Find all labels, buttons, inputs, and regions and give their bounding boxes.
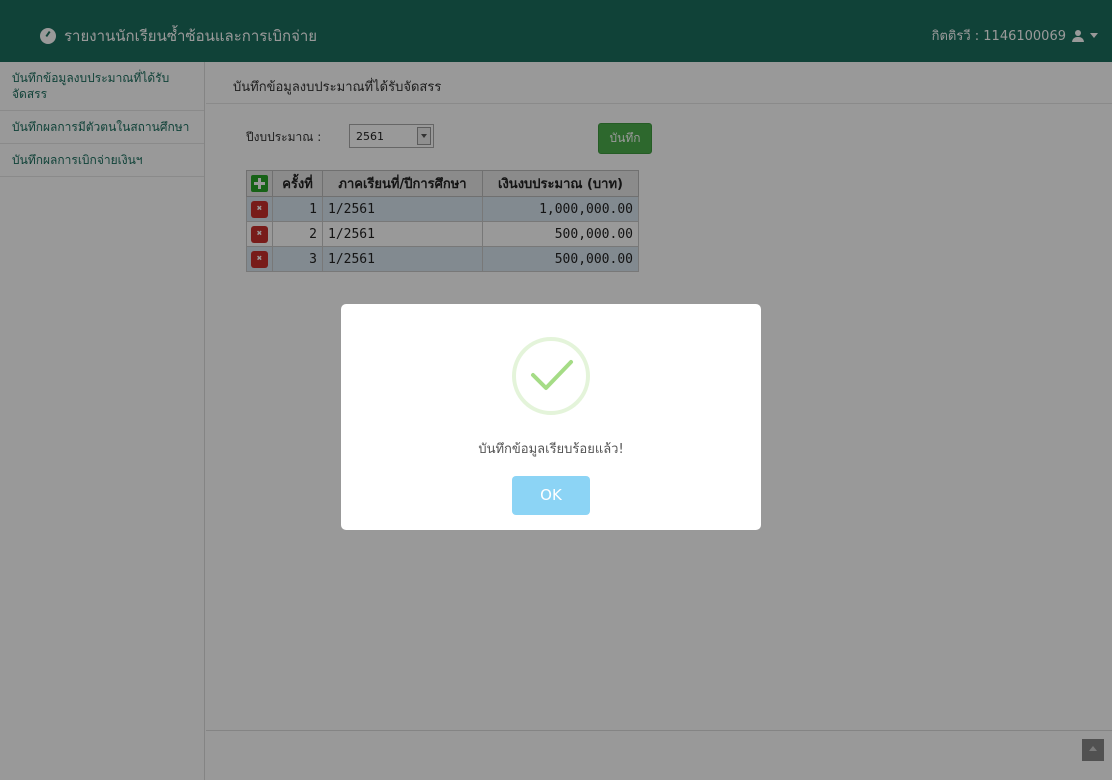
success-dialog: บันทึกข้อมูลเรียบร้อยแล้ว! OK <box>341 304 761 530</box>
dialog-message: บันทึกข้อมูลเรียบร้อยแล้ว! <box>478 442 624 457</box>
ok-button[interactable]: OK <box>512 476 590 515</box>
success-check-icon <box>512 337 590 415</box>
